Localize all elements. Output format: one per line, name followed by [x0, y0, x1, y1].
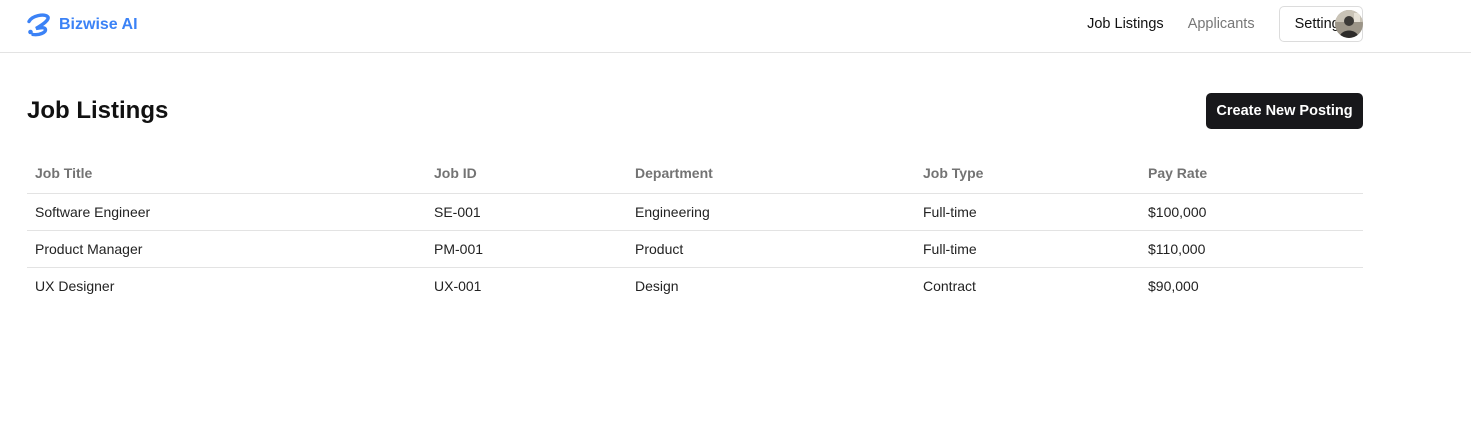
- cell-department: Product: [627, 229, 915, 267]
- cell-department: Engineering: [635, 203, 710, 220]
- cell-department: Design: [627, 266, 915, 304]
- nav-link-applicants[interactable]: Applicants: [1188, 16, 1255, 32]
- column-header-pay-rate[interactable]: Pay Rate: [1140, 153, 1363, 194]
- cell-job-title: Software Engineer: [35, 203, 151, 220]
- brand-name: Bizwise AI: [59, 15, 138, 33]
- table-row[interactable]: UX Designer UX-001 Design Contract $90,0…: [27, 266, 1363, 304]
- column-header-job-type[interactable]: Job Type: [915, 153, 1140, 194]
- cell-pay-rate: $110,000: [1140, 229, 1363, 267]
- job-listings-table: Job Title Job ID Department Job Type Pay…: [27, 153, 1363, 304]
- top-navbar: Bizwise AI Job Listings Applicants Setti…: [0, 0, 1471, 53]
- brand[interactable]: Bizwise AI: [26, 12, 138, 37]
- user-avatar-icon[interactable]: [1335, 10, 1363, 38]
- cell-job-type: Full-time: [915, 229, 1140, 267]
- cell-job-type: Contract: [915, 266, 1140, 304]
- cell-job-type: Full-time: [923, 203, 977, 220]
- cell-job-id: SE-001: [434, 203, 481, 220]
- cell-job-title: UX Designer: [27, 266, 426, 304]
- cell-pay-rate: $90,000: [1140, 266, 1363, 304]
- column-header-job-title[interactable]: Job Title: [27, 153, 426, 194]
- nav-link-job-listings[interactable]: Job Listings: [1087, 16, 1164, 32]
- column-header-job-id[interactable]: Job ID: [426, 153, 627, 194]
- create-new-posting-button[interactable]: Create New Posting: [1206, 93, 1363, 129]
- column-header-department[interactable]: Department: [627, 153, 915, 194]
- table-row[interactable]: Software Engineer SE-001 Engineering Ful…: [27, 193, 1363, 230]
- table-row[interactable]: Product Manager PM-001 Product Full-time…: [27, 229, 1363, 267]
- cell-job-id: PM-001: [426, 229, 627, 267]
- cell-job-id: UX-001: [426, 266, 627, 304]
- main-nav: Job Listings Applicants Settings: [1087, 6, 1363, 42]
- cell-job-title: Product Manager: [27, 229, 426, 267]
- cell-pay-rate: $100,000: [1148, 203, 1207, 220]
- table-header-row: Job Title Job ID Department Job Type Pay…: [27, 153, 1363, 194]
- swirl-logo-icon: [26, 12, 51, 37]
- page-title: Job Listings: [27, 97, 169, 124]
